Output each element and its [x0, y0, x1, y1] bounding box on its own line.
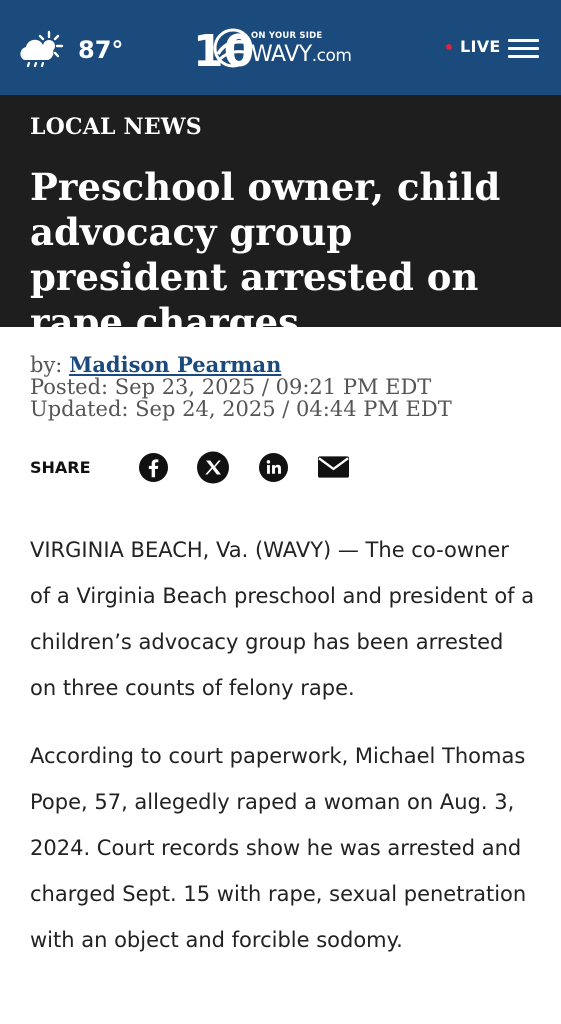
article-headline: Preschool owner, child advocacy group pr…: [30, 165, 501, 344]
facebook-share-button[interactable]: [137, 451, 169, 483]
top-navigation-bar: 87° 10 ON YOUR SIDE WAVY.com LIVE: [0, 0, 561, 95]
logo-brand-suffix: .com: [311, 46, 352, 66]
temperature-readout: 87°: [78, 36, 124, 64]
posted-timestamp: Posted: Sep 23, 2025 / 09:21 PM EDT: [30, 375, 432, 399]
article-header: LOCAL NEWS Preschool owner, child advoca…: [0, 95, 561, 344]
site-logo[interactable]: 10 ON YOUR SIDE WAVY.com: [193, 24, 371, 72]
article-paragraph: According to court paperwork, Michael Th…: [30, 744, 527, 952]
live-button[interactable]: LIVE: [446, 37, 501, 56]
logo-tagline: ON YOUR SIDE: [251, 31, 323, 41]
live-indicator-dot: [446, 43, 452, 50]
byline-prefix: by:: [30, 353, 63, 377]
byline: by: Madison Pearman: [30, 352, 452, 377]
x-icon: [197, 451, 229, 483]
partly-cloudy-icon: [18, 28, 64, 72]
email-icon: [317, 456, 349, 478]
x-share-button[interactable]: [197, 451, 229, 483]
live-label: LIVE: [460, 37, 501, 56]
author-link[interactable]: Madison Pearman: [69, 352, 281, 377]
weather-widget[interactable]: 87°: [18, 28, 123, 72]
article-body: VIRGINIA BEACH, Va. (WAVY) — The co-owne…: [30, 527, 535, 985]
share-bar: SHARE: [30, 451, 377, 483]
article-meta: by: Madison Pearman Posted: Sep 23, 2025…: [30, 352, 452, 421]
updated-timestamp: Updated: Sep 24, 2025 / 04:44 PM EDT: [30, 397, 452, 421]
article-paragraph: VIRGINIA BEACH, Va. (WAVY) — The co-owne…: [30, 538, 535, 700]
section-label[interactable]: LOCAL NEWS: [30, 114, 202, 140]
linkedin-icon: [258, 452, 288, 482]
logo-brand: WAVY.com: [251, 42, 352, 67]
email-share-button[interactable]: [317, 451, 349, 483]
linkedin-share-button[interactable]: [257, 451, 289, 483]
wavy-logo-mark-icon: 10: [193, 26, 253, 72]
hamburger-menu-icon[interactable]: [508, 39, 539, 59]
facebook-icon: [138, 452, 168, 482]
logo-brand-name: WAVY: [251, 42, 312, 67]
share-label: SHARE: [30, 457, 91, 477]
